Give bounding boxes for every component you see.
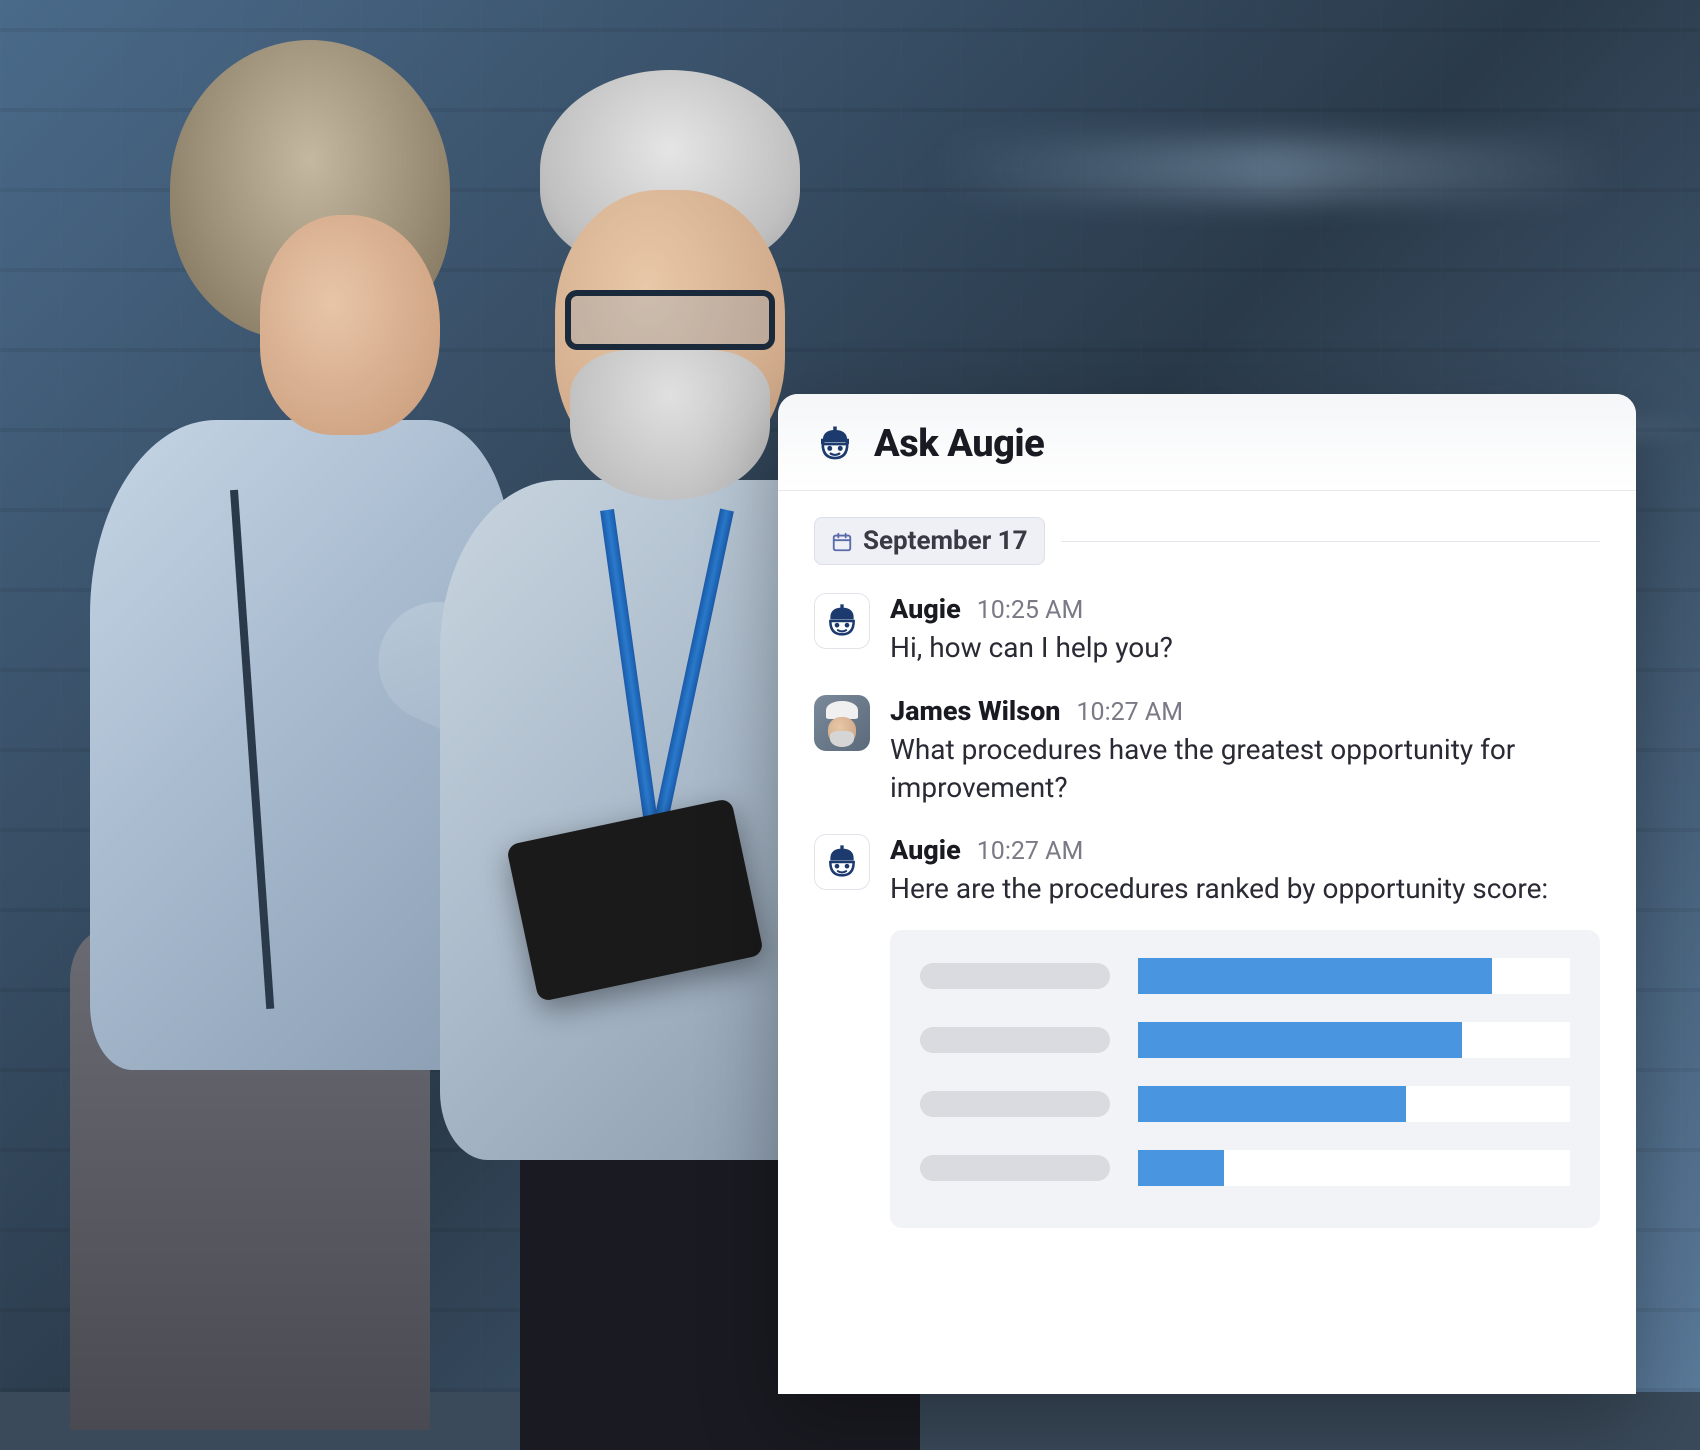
message-time: 10:27 AM: [1076, 698, 1183, 727]
calendar-icon: [831, 530, 853, 552]
chat-title: Ask Augie: [874, 422, 1044, 466]
chart-bar-track: [1138, 1086, 1570, 1122]
message-sender: James Wilson: [890, 695, 1060, 727]
message-text: Here are the procedures ranked by opport…: [890, 870, 1600, 908]
date-label: September 17: [863, 526, 1028, 556]
avatar-user: [814, 695, 870, 751]
chat-window: Ask Augie September 17: [778, 394, 1636, 1394]
chart-row: [920, 958, 1570, 994]
chart-bar-fill: [1138, 1150, 1224, 1186]
chart-bar-track: [1138, 1022, 1570, 1058]
message-sender: Augie: [890, 834, 961, 866]
message-text: What procedures have the greatest opport…: [890, 731, 1600, 807]
chart-row: [920, 1086, 1570, 1122]
chat-message: Augie 10:27 AM Here are the procedures r…: [814, 834, 1600, 1228]
message-time: 10:25 AM: [977, 596, 1084, 625]
chart-bar-track: [1138, 958, 1570, 994]
date-separator: September 17: [814, 517, 1600, 565]
chart-row-label: [920, 963, 1110, 989]
chart-bar-track: [1138, 1150, 1570, 1186]
message-text: Hi, how can I help you?: [890, 629, 1600, 667]
chart-row-label: [920, 1091, 1110, 1117]
chat-message: James Wilson 10:27 AM What procedures ha…: [814, 695, 1600, 807]
message-sender: Augie: [890, 593, 961, 625]
chart-row: [920, 1150, 1570, 1186]
chart-row: [920, 1022, 1570, 1058]
chart-bar-fill: [1138, 958, 1492, 994]
chart-bar-fill: [1138, 1022, 1462, 1058]
chat-message: Augie 10:25 AM Hi, how can I help you?: [814, 593, 1600, 667]
augie-logo-icon: [814, 423, 856, 465]
chat-body: September 17 Augie 10:25 AM: [778, 491, 1636, 1292]
chart-row-label: [920, 1027, 1110, 1053]
chat-header: Ask Augie: [778, 394, 1636, 491]
avatar-bot: [814, 834, 870, 890]
chart-bar-fill: [1138, 1086, 1406, 1122]
date-chip: September 17: [814, 517, 1045, 565]
opportunity-chart: [890, 930, 1600, 1228]
avatar-bot: [814, 593, 870, 649]
chart-row-label: [920, 1155, 1110, 1181]
message-time: 10:27 AM: [977, 837, 1084, 866]
